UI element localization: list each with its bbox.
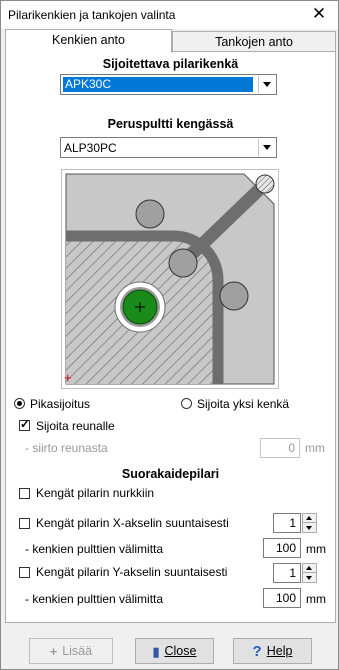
bolt-heading: Peruspultti kengässä [107,117,234,131]
close-window-button[interactable]: ✕ [308,4,330,26]
y-spacing-input[interactable]: 100 [263,588,301,608]
y-count-spinner[interactable] [302,563,317,583]
shoe-diagram: + [61,169,279,389]
x-count-input[interactable]: 1 [273,513,301,533]
spin-up-icon[interactable] [303,564,316,573]
help-button-label: Help [266,644,293,658]
door-exit-icon: ▮ [152,644,160,659]
chevron-down-icon[interactable] [258,139,275,156]
add-button-label: Lisää [62,644,93,658]
edge-placement-label: Sijoita reunalle [36,419,115,433]
shoe-select-value: APK30C [63,77,253,92]
spin-down-icon[interactable] [303,523,316,532]
shoe-diagram-graphic [65,173,275,385]
y-axis-label: Kengät pilarin Y-akselin suuntaisesti [36,565,228,579]
x-count-spinner[interactable] [302,513,317,533]
shoe-select[interactable]: APK30C [60,74,277,95]
spin-up-icon[interactable] [303,514,316,523]
quick-placement-radio[interactable] [14,398,25,409]
dialog-window: Pilarikenkien ja tankojen valinta ✕ Kenk… [0,0,339,670]
x-spacing-label: - kenkien pulttien välimitta [25,542,164,556]
edge-placement-checkbox[interactable] [19,417,30,431]
help-button[interactable]: ? Help [233,638,312,664]
close-button[interactable]: ▮ Close [135,638,214,664]
window-title: Pilarikenkien ja tankojen valinta [8,8,176,22]
chevron-down-icon[interactable] [258,76,275,93]
help-question-icon: ? [252,642,262,660]
edge-offset-label: - siirto reunasta [25,441,108,455]
bolt-select-value: ALP30PC [64,141,117,155]
tab-kenkien-anto[interactable]: Kenkien anto [5,29,172,53]
x-axis-checkbox[interactable] [19,518,30,529]
add-button[interactable]: + Lisää [29,638,113,664]
add-icon: + [49,644,58,659]
tab-tankojen-anto[interactable]: Tankojen anto [172,31,336,53]
single-placement-label: Sijoita yksi kenkä [197,397,290,411]
edge-offset-unit: mm [305,441,325,455]
y-spacing-unit: mm [306,592,326,606]
title-bar: Pilarikenkien ja tankojen valinta ✕ [1,1,338,29]
origin-marker: + [64,370,72,385]
single-placement-radio[interactable] [181,398,192,409]
x-spacing-unit: mm [306,542,326,556]
shoe-heading: Sijoitettava pilarikenkä [102,57,239,71]
corners-checkbox[interactable] [19,488,30,499]
rect-column-heading: Suorakaidepilari [121,467,220,481]
y-count-input[interactable]: 1 [273,563,301,583]
spin-down-icon[interactable] [303,573,316,582]
x-axis-label: Kengät pilarin X-akselin suuntaisesti [36,516,229,530]
y-axis-checkbox[interactable] [19,567,30,578]
corners-label: Kengät pilarin nurkkiin [36,486,155,500]
bolt-select[interactable]: ALP30PC [60,137,277,158]
edge-offset-input[interactable]: 0 [260,438,300,458]
close-button-label: Close [164,644,197,658]
x-spacing-input[interactable]: 100 [263,538,301,558]
quick-placement-label: Pikasijoitus [30,397,91,411]
y-spacing-label: - kenkien pulttien välimitta [25,592,164,606]
